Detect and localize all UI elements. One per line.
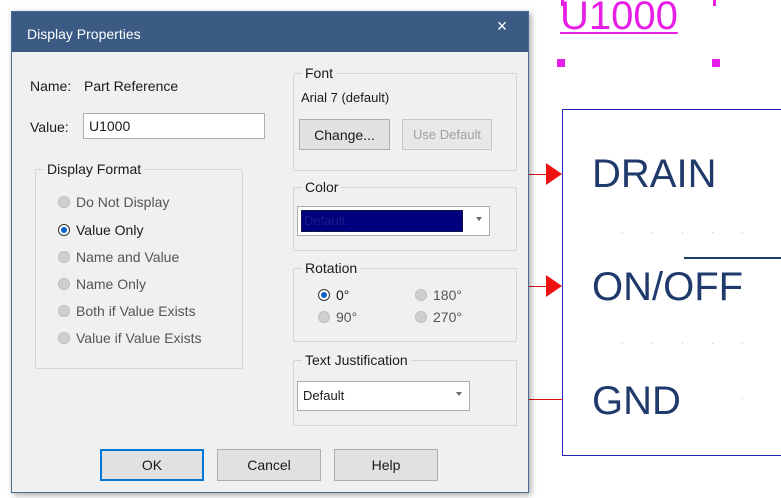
pin-line-gnd[interactable] — [527, 399, 563, 400]
name-value: Part Reference — [84, 78, 179, 94]
selection-tick-right — [713, 0, 716, 6]
part-reference-label[interactable]: U1000 — [560, 0, 678, 40]
radio-label: 90° — [336, 309, 358, 325]
value-input[interactable]: U1000 — [83, 113, 265, 139]
color-group-title: Color — [302, 179, 342, 195]
cancel-button[interactable]: Cancel — [217, 449, 321, 481]
radio-label: 0° — [336, 287, 350, 303]
pin-overbar — [684, 257, 781, 259]
radio-label: Name and Value — [76, 249, 180, 265]
color-dropdown[interactable]: Default — [297, 206, 490, 236]
rotation-group-title: Rotation — [302, 260, 361, 276]
justification-selected: Default — [303, 388, 345, 403]
font-group-title: Font — [302, 65, 337, 81]
grid-dot — [652, 232, 653, 233]
radio-button-checked-icon — [318, 289, 330, 301]
radio-button-icon — [58, 332, 70, 344]
pin-label-gnd: GND — [592, 379, 681, 423]
radio-label: 270° — [433, 309, 462, 325]
selection-handle-bottom-right[interactable] — [712, 59, 720, 67]
pin-label-drain: DRAIN — [592, 152, 717, 196]
radio-button-icon — [415, 311, 427, 323]
grid-dot — [682, 343, 683, 344]
font-current: Arial 7 (default) — [301, 90, 390, 105]
radio-label: Both if Value Exists — [76, 303, 196, 319]
grid-dot — [622, 343, 623, 344]
value-label: Value: — [30, 119, 69, 135]
pin-line-drain — [527, 174, 547, 175]
pin-arrow-on-off[interactable] — [546, 275, 562, 297]
radio-label: Name Only — [76, 276, 147, 292]
radio-button-icon — [58, 251, 70, 263]
name-label: Name: — [30, 78, 72, 94]
radio-label: Do Not Display — [76, 194, 170, 210]
selection-tick-left — [561, 0, 564, 6]
pin-line-on-off — [527, 286, 547, 287]
radio-button-icon — [58, 278, 70, 290]
text-justification-title: Text Justification — [302, 352, 411, 368]
color-selected-text: Default — [304, 213, 346, 228]
radio-button-checked-icon — [58, 224, 70, 236]
rotation-group: Rotation — [293, 260, 517, 342]
grid-dot — [742, 343, 743, 344]
pin-arrow-drain[interactable] — [546, 163, 562, 185]
use-default-font-button[interactable]: Use Default — [402, 119, 492, 150]
help-button[interactable]: Help — [334, 449, 438, 481]
radio-button-icon — [415, 289, 427, 301]
radio-label: 180° — [433, 287, 462, 303]
selection-handle-bottom-left[interactable] — [557, 59, 565, 67]
close-icon[interactable]: × — [492, 16, 512, 40]
radio-label: Value if Value Exists — [76, 330, 202, 346]
chevron-down-icon — [456, 392, 462, 396]
ok-button[interactable]: OK — [100, 449, 204, 481]
grid-dot — [712, 343, 713, 344]
radio-button-icon — [58, 305, 70, 317]
change-font-button[interactable]: Change... — [299, 119, 390, 150]
grid-dot — [652, 343, 653, 344]
display-format-title: Display Format — [44, 161, 145, 177]
text-justification-dropdown[interactable]: Default — [297, 381, 470, 411]
color-swatch: Default — [301, 210, 463, 232]
dialog-titlebar[interactable]: Display Properties × — [12, 12, 528, 52]
pin-label-on-off: ON/OFF — [592, 265, 744, 309]
radio-button-icon — [58, 196, 70, 208]
grid-dot — [712, 232, 713, 233]
dialog-title: Display Properties — [27, 26, 141, 42]
grid-dot — [622, 232, 623, 233]
radio-button-icon — [318, 311, 330, 323]
radio-label: Value Only — [76, 222, 144, 238]
grid-dot — [682, 232, 683, 233]
grid-dot — [742, 398, 743, 399]
chevron-down-icon — [476, 217, 482, 221]
display-properties-dialog: Display Properties × Name: Part Referenc… — [11, 11, 529, 493]
grid-dot — [742, 232, 743, 233]
